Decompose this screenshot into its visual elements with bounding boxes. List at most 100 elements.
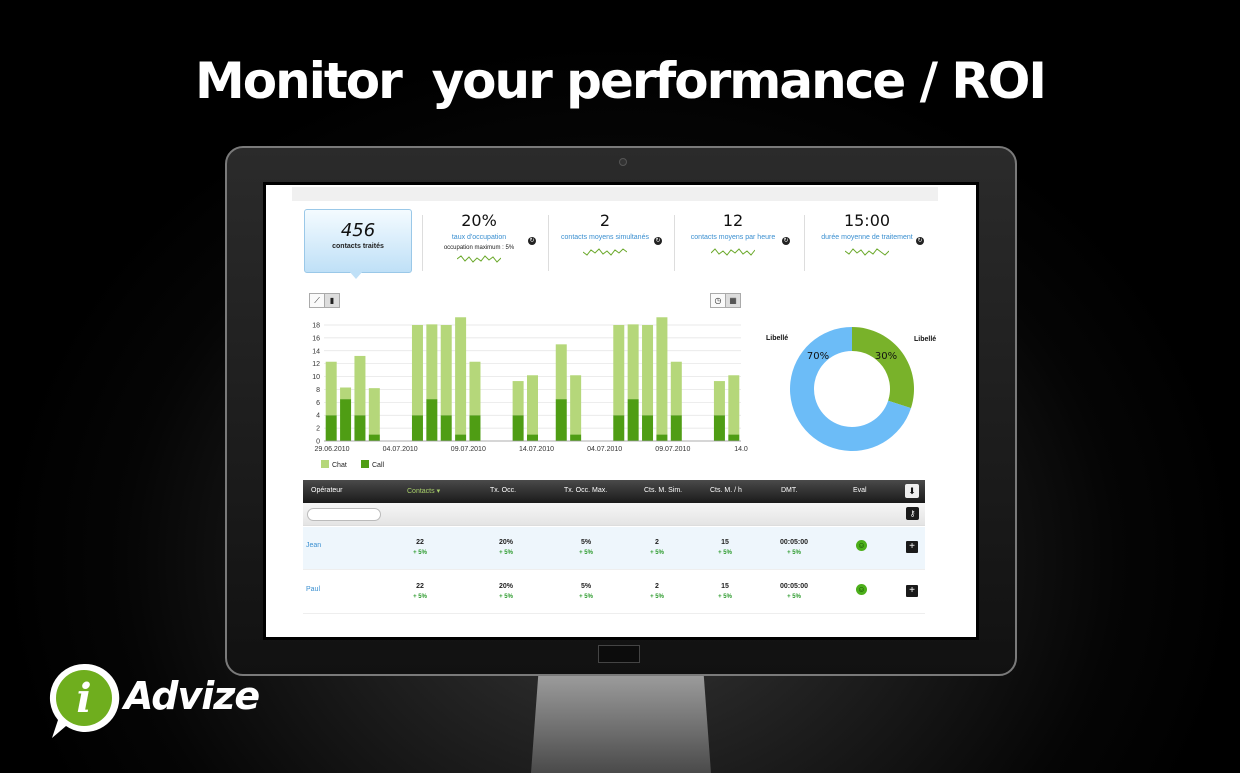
slice-category-label: Libellé: [766, 335, 788, 342]
cell-tx-occ-max: 5% + 5%: [579, 539, 593, 556]
y-tick-label: 4: [316, 413, 320, 420]
cell-cts-h: 15 + 5%: [718, 539, 732, 556]
download-icon[interactable]: ⬇: [905, 484, 919, 498]
y-tick-label: 6: [316, 400, 320, 407]
bar-call: [713, 415, 725, 441]
monitor-stand: [531, 676, 711, 773]
bar-chat: [570, 375, 582, 435]
col-cts-m-h[interactable]: Cts. M. / h: [710, 487, 742, 494]
cell-cts-sim: 2 + 5%: [650, 583, 664, 600]
x-tick-label: 04.07.2010: [383, 446, 418, 453]
operator-name[interactable]: Jean: [306, 542, 346, 549]
y-tick-label: 2: [316, 426, 320, 433]
bar-chat: [368, 388, 380, 435]
cell-tx-occ-max: 5% + 5%: [579, 583, 593, 600]
col-eval[interactable]: Eval: [853, 487, 867, 494]
smiley-icon: ☺: [856, 584, 867, 595]
y-tick-label: 0: [316, 439, 320, 446]
filter-input[interactable]: [307, 508, 381, 521]
bar-chat: [340, 387, 352, 400]
bar-chat: [642, 325, 654, 416]
bar-call: [613, 415, 625, 441]
headline: Monitor your performance / ROI: [195, 52, 1047, 110]
bar-chat: [627, 324, 639, 400]
bar-chat: [527, 375, 538, 435]
cell-contacts: 22 + 5%: [413, 583, 427, 600]
operator-name[interactable]: Paul: [306, 586, 346, 593]
table-row[interactable]: Paul 22 + 5% 20% + 5% 5% + 5% 2 + 5% 15 + 5% …: [303, 571, 925, 614]
bar-call: [570, 434, 582, 441]
cell-dmt: 00:05:00 + 5%: [779, 539, 809, 556]
bar-call: [656, 434, 668, 441]
bar-chat: [426, 324, 438, 400]
col-tx-occ[interactable]: Tx. Occ.: [490, 487, 516, 494]
col-tx-occ-max[interactable]: Tx. Occ. Max.: [564, 487, 607, 494]
slice-value-label: 70%: [807, 351, 829, 362]
bar-chat: [555, 344, 567, 400]
bar-call: [512, 415, 524, 441]
x-tick-label: 14.07.2010: [519, 446, 554, 453]
donut-chart: 70% 30% Libellé Libellé: [766, 327, 936, 451]
col-contacts[interactable]: Contacts ▾: [407, 487, 440, 495]
legend-label: Call: [372, 462, 385, 469]
legend-swatch: [361, 460, 369, 468]
key-icon[interactable]: ⚷: [906, 507, 919, 520]
bar-call: [325, 415, 337, 441]
y-tick-label: 14: [312, 348, 320, 355]
smiley-icon: ☺: [856, 540, 867, 551]
bar-call: [527, 434, 538, 441]
filter-row: ⚷: [303, 503, 925, 526]
slice-value-label: 30%: [875, 351, 897, 362]
bar-chat: [728, 375, 740, 435]
y-tick-label: 12: [312, 361, 320, 368]
monitor-logo-mark: [598, 645, 640, 663]
table-row[interactable]: Jean 22 + 5% 20% + 5% 5% + 5% 2 + 5% 15 + 5% …: [303, 527, 925, 570]
expand-plus-icon[interactable]: +: [906, 541, 918, 553]
iadvize-logo: i Advize: [44, 660, 260, 742]
bar-chat: [411, 325, 423, 416]
y-tick-label: 10: [312, 374, 320, 381]
x-tick-label: 09.07.2010: [655, 446, 690, 453]
bar-call: [642, 415, 654, 441]
donut-slice: [852, 327, 914, 409]
col-cts-m-sim[interactable]: Cts. M. Sim.: [644, 487, 682, 494]
slice-category-label: Libellé: [914, 336, 936, 343]
bar-chat: [440, 325, 452, 416]
camera: [619, 158, 627, 166]
bar-call: [411, 415, 423, 441]
bar-call: [728, 434, 740, 441]
bar-call: [670, 415, 682, 441]
bar-call: [340, 399, 352, 441]
bar-chat: [713, 381, 725, 416]
bar-call: [455, 434, 467, 441]
x-tick-label: 04.07.2010: [587, 446, 622, 453]
x-tick-label: 29.06.2010: [314, 446, 349, 453]
y-tick-label: 18: [312, 323, 320, 330]
cell-tx-occ: 20% + 5%: [498, 583, 513, 600]
cell-cts-sim: 2 + 5%: [650, 539, 664, 556]
bar-chat: [455, 317, 467, 435]
dashboard-screen: 456 contacts traités 20% taux d'occupati…: [263, 182, 979, 640]
logo-mark: i: [76, 675, 91, 722]
bar-call: [368, 434, 380, 441]
bar-chat: [670, 361, 682, 416]
bar-call: [627, 399, 639, 441]
bar-chat: [354, 355, 366, 416]
bar-call: [440, 415, 452, 441]
cell-contacts: 22 + 5%: [413, 539, 427, 556]
bar-chat: [613, 325, 625, 416]
y-tick-label: 16: [312, 335, 320, 342]
bar-call: [469, 415, 481, 441]
bar-chat: [469, 361, 481, 416]
y-tick-label: 8: [316, 387, 320, 394]
col-dmt[interactable]: DMT.: [781, 487, 797, 494]
expand-plus-icon[interactable]: +: [906, 585, 918, 597]
bar-chat: [325, 361, 337, 416]
bar-call: [354, 415, 366, 441]
cell-cts-h: 15 + 5%: [718, 583, 732, 600]
col-operateur[interactable]: Opérateur: [311, 487, 343, 494]
logo-text: Advize: [124, 674, 260, 718]
bar-chat: [512, 381, 524, 416]
cell-dmt: 00:05:00 + 5%: [779, 583, 809, 600]
cell-tx-occ: 20% + 5%: [498, 539, 513, 556]
